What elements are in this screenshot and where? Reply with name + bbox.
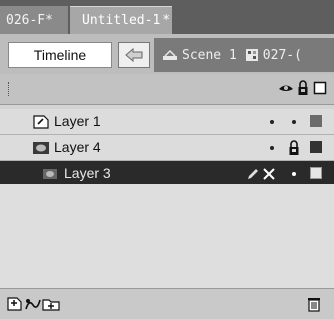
insert-folder-icon[interactable] — [42, 295, 60, 313]
outline-icon[interactable] — [313, 80, 327, 96]
scene-icon — [163, 49, 177, 60]
lock-dot[interactable] — [292, 172, 296, 176]
unsaved-indicator: * — [162, 13, 171, 28]
breadcrumb: Scene 1 027-( — [154, 38, 334, 72]
timeline-button[interactable]: Timeline — [8, 42, 112, 68]
outline-color-swatch[interactable] — [310, 115, 322, 127]
crumb-label: Scene 1 — [182, 47, 237, 63]
timeline-panel: Layer 1 Layer 4 Layer 3 — [0, 74, 334, 319]
eye-icon[interactable] — [278, 80, 294, 96]
outline-color-swatch[interactable] — [310, 167, 322, 179]
symbol-icon — [245, 49, 258, 61]
visibility-dot[interactable] — [270, 120, 274, 124]
visibility-dot[interactable] — [270, 146, 274, 150]
layer-header — [0, 74, 334, 105]
back-arrow-icon — [125, 47, 143, 63]
add-motion-guide-icon[interactable] — [24, 295, 42, 313]
insert-layer-icon[interactable] — [6, 295, 24, 313]
tab-026-f[interactable]: 026-F* — [0, 6, 68, 34]
layer-list-empty-area — [0, 184, 334, 288]
layer-row-layer-1[interactable]: Layer 1 — [0, 109, 334, 135]
crumb-label: 027-( — [262, 47, 302, 63]
back-button[interactable] — [118, 42, 150, 68]
tab-label: Untitled-1 — [82, 13, 161, 28]
crumb-symbol[interactable]: 027-( — [245, 48, 302, 63]
edit-bar: Timeline Scene 1 027-( — [0, 34, 334, 74]
layer-name: Layer 4 — [54, 139, 101, 155]
lock-dot[interactable] — [292, 120, 296, 124]
lock-icon[interactable] — [288, 140, 300, 156]
tab-untitled-1[interactable]: Untitled-1 * — [70, 6, 172, 34]
layer-name: Layer 1 — [54, 113, 101, 129]
crumb-scene[interactable]: Scene 1 — [162, 48, 237, 63]
outline-color-swatch[interactable] — [310, 141, 322, 153]
tab-label: 026-F* — [6, 12, 53, 28]
trash-icon[interactable] — [306, 295, 322, 313]
edit-pencil-icon — [248, 169, 258, 179]
layer-row-layer-4[interactable]: Layer 4 — [0, 135, 334, 161]
mask-layer-icon — [33, 142, 49, 154]
layer-name: Layer 3 — [64, 165, 111, 181]
lock-icon[interactable] — [297, 80, 309, 96]
document-tab-bar: 026-F* Untitled-1 * — [0, 0, 334, 34]
layer-footer — [0, 288, 334, 319]
masked-layer-icon — [43, 169, 57, 179]
layer-page-icon — [33, 115, 49, 129]
panel-grip[interactable] — [8, 82, 12, 96]
hidden-x-icon[interactable] — [262, 167, 276, 181]
